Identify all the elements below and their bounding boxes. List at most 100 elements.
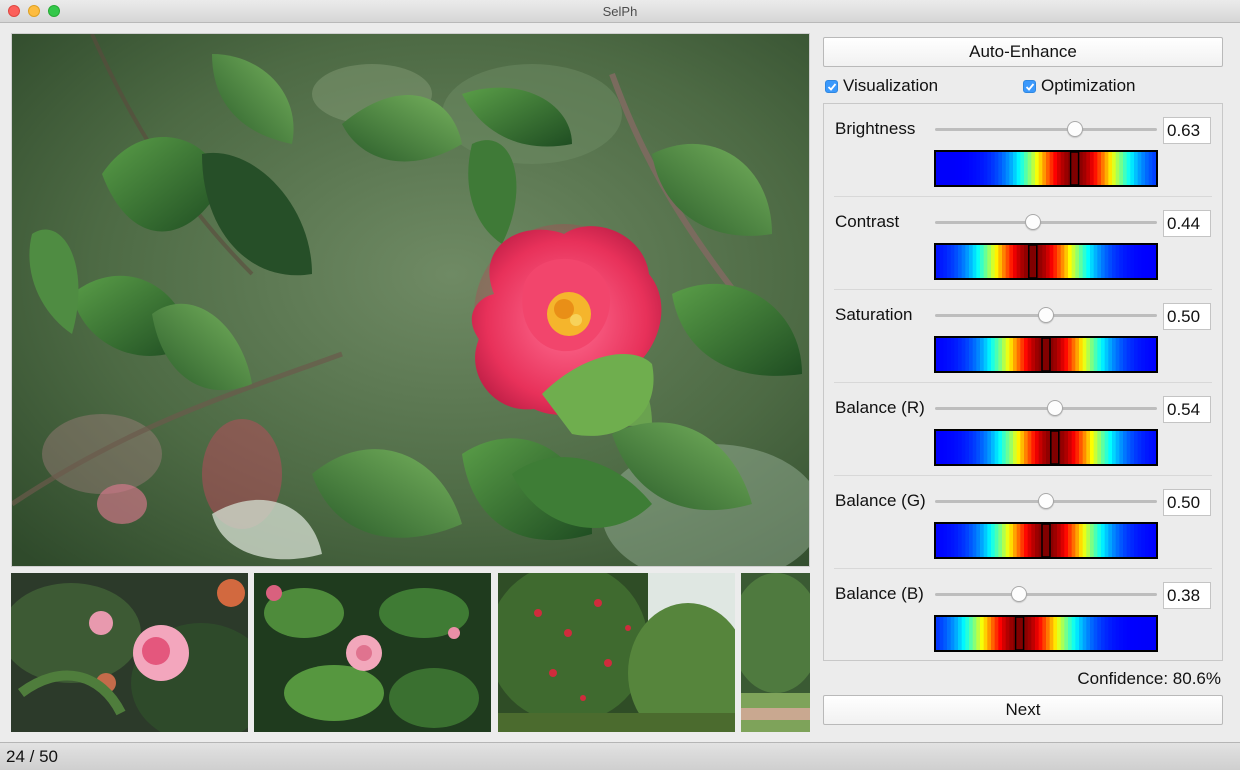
optimization-label: Optimization: [1041, 76, 1136, 95]
heatmap-cell: [1005, 617, 1010, 650]
checkbox-checked-icon[interactable]: [1023, 79, 1036, 93]
heatmap-cell: [1031, 617, 1036, 650]
heatmap-cell: [1148, 338, 1153, 371]
heatmap-cell: [1123, 338, 1128, 371]
heatmap-cell: [1024, 524, 1029, 557]
heatmap-cell: [1126, 617, 1131, 650]
heatmap-cell: [976, 152, 981, 185]
heatmap-cell: [1123, 617, 1128, 650]
heatmap-cell: [1134, 431, 1139, 464]
heatmap-cell: [1049, 245, 1054, 278]
slider-knob[interactable]: [1038, 307, 1054, 323]
heatmap-cell: [1141, 617, 1146, 650]
slider-knob[interactable]: [1046, 400, 1063, 416]
heatmap-cell: [947, 431, 952, 464]
heatmap-cell: [1071, 338, 1076, 371]
heatmap-cell: [1145, 524, 1150, 557]
heatmap-cell: [969, 524, 974, 557]
heatmap-cell: [1068, 338, 1073, 371]
heatmap-cell: [1082, 617, 1087, 650]
parameter-value-field[interactable]: 0.38: [1163, 582, 1211, 609]
parameter-value-field[interactable]: 0.54: [1163, 396, 1211, 423]
parameter-value-field[interactable]: 0.50: [1163, 489, 1211, 516]
slider-track[interactable]: [935, 221, 1157, 224]
heatmap-cell: [1049, 617, 1054, 650]
heatmap-cell: [1024, 152, 1029, 185]
heatmap-cell: [1016, 617, 1021, 650]
heatmap-cell: [1035, 431, 1040, 464]
slider-track[interactable]: [935, 128, 1157, 131]
heatmap-cell: [1071, 617, 1076, 650]
heatmap-cell: [1005, 524, 1010, 557]
confidence-heatmap: [934, 150, 1158, 187]
heatmap-cell: [1152, 152, 1156, 185]
heatmap-cell: [954, 338, 959, 371]
heatmap-cell: [980, 617, 985, 650]
heatmap-cell: [1112, 524, 1117, 557]
heatmap-cell: [980, 338, 985, 371]
heatmap-cell: [987, 152, 992, 185]
heatmap-cell: [1141, 431, 1146, 464]
heatmap-cell: [1079, 617, 1084, 650]
heatmap-cell: [943, 431, 948, 464]
heatmap-cell: [1134, 524, 1139, 557]
slider-knob[interactable]: [1011, 586, 1028, 602]
heatmap-cell: [1075, 431, 1080, 464]
heatmap-cell: [1013, 431, 1018, 464]
parameter-value-field[interactable]: 0.44: [1163, 210, 1211, 237]
heatmap-cell: [1060, 524, 1065, 557]
heatmap-cell: [943, 617, 948, 650]
heatmap-cell: [1042, 617, 1047, 650]
parameter-value-field[interactable]: 0.50: [1163, 303, 1211, 330]
heatmap-cell: [1009, 152, 1014, 185]
heatmap-cell: [1046, 431, 1051, 464]
heatmap-cell: [976, 524, 981, 557]
checkbox-checked-icon[interactable]: [825, 79, 838, 93]
heatmap-cell: [1027, 617, 1032, 650]
heatmap-cell: [1104, 338, 1109, 371]
visualization-checkbox[interactable]: Visualization: [825, 75, 938, 97]
heatmap-cell: [1104, 617, 1109, 650]
parameter-value-field[interactable]: 0.63: [1163, 117, 1211, 144]
heatmap-cell: [976, 245, 981, 278]
heatmap-cell: [1038, 245, 1043, 278]
slider-knob[interactable]: [1024, 214, 1041, 230]
thumbnail-2[interactable]: [254, 573, 491, 732]
heatmap-cell: [987, 617, 992, 650]
slider-track[interactable]: [935, 593, 1157, 596]
heatmap-cell: [1112, 431, 1117, 464]
heatmap-cell: [1115, 617, 1120, 650]
heatmap-cell: [961, 524, 966, 557]
heatmap-cell: [983, 152, 988, 185]
heatmap-cell: [998, 524, 1003, 557]
thumbnail-1[interactable]: [11, 573, 248, 732]
optimization-checkbox[interactable]: Optimization: [1023, 75, 1135, 97]
heatmap-cell: [1115, 524, 1120, 557]
heatmap-cell: [1093, 524, 1098, 557]
heatmap-cell: [1145, 617, 1150, 650]
heatmap-cell: [1057, 617, 1062, 650]
heatmap-cell: [1086, 617, 1091, 650]
parameter-label: Balance (G): [835, 491, 926, 510]
heatmap-cell: [1020, 338, 1025, 371]
heatmap-cell: [1071, 524, 1076, 557]
slider-knob[interactable]: [1066, 121, 1083, 137]
heatmap-cell: [1009, 431, 1014, 464]
heatmap-cell: [1064, 617, 1069, 650]
heatmap-cell: [991, 617, 996, 650]
auto-enhance-button[interactable]: Auto-Enhance: [823, 37, 1223, 67]
heatmap-cell: [936, 524, 941, 557]
next-button[interactable]: Next: [823, 695, 1223, 725]
heatmap-cell: [983, 617, 988, 650]
heatmap-cell: [1137, 524, 1142, 557]
heatmap-cell: [1130, 524, 1135, 557]
heatmap-cell: [1035, 338, 1040, 371]
parameter-row: Brightness 0.63: [824, 104, 1222, 197]
slider-knob[interactable]: [1038, 493, 1054, 509]
heatmap-cell: [1027, 524, 1032, 557]
heatmap-cell: [1130, 245, 1135, 278]
heatmap-cell: [1148, 617, 1153, 650]
thumbnail-4[interactable]: [741, 573, 810, 732]
heatmap-cell: [950, 617, 955, 650]
thumbnail-3[interactable]: [498, 573, 735, 732]
